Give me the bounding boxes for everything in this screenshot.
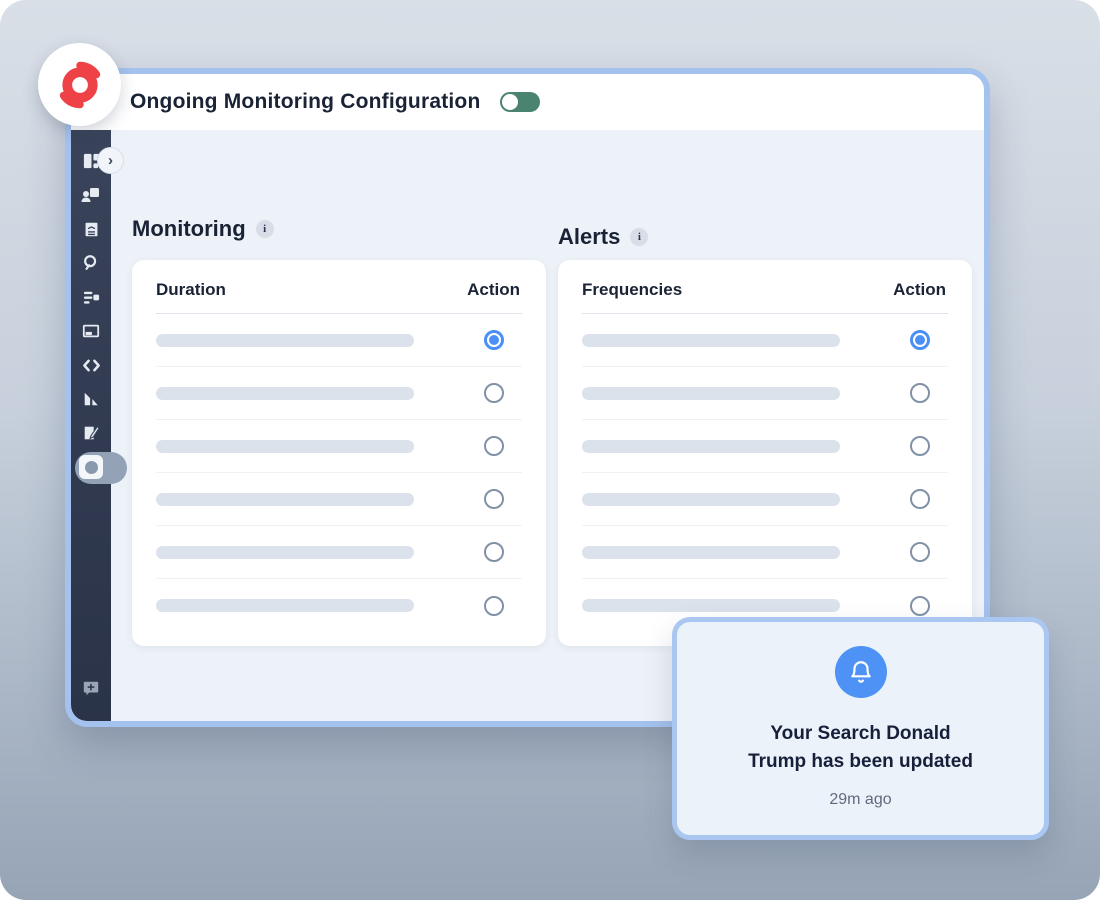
sidebar-item-documents[interactable] (71, 212, 111, 246)
radio-button[interactable] (910, 383, 930, 403)
sidebar-item-lists[interactable] (71, 280, 111, 314)
column-header-action: Action (893, 280, 946, 300)
monitoring-rows (156, 314, 522, 632)
radio-button[interactable] (910, 330, 930, 350)
table-row (156, 526, 522, 579)
skeleton-bar (582, 599, 840, 612)
sidebar-item-people[interactable] (71, 178, 111, 212)
table-row (156, 420, 522, 473)
notification-toast[interactable]: Your Search Donald Trump has been update… (672, 617, 1049, 840)
skeleton-bar (156, 334, 414, 347)
people-video-icon (81, 185, 101, 205)
monitoring-card: Duration Action (132, 260, 546, 646)
column-header-action: Action (467, 280, 520, 300)
table-row (156, 314, 522, 367)
sidebar-expand-button[interactable]: › (97, 147, 124, 174)
sidebar-item-media-active[interactable] (71, 450, 111, 484)
media-circle-icon (79, 455, 103, 479)
browser-card-icon (82, 322, 100, 340)
column-header-duration: Duration (156, 280, 226, 300)
skeleton-bar (582, 546, 840, 559)
radio-button[interactable] (484, 436, 504, 456)
toggle-knob (502, 94, 518, 110)
monitoring-heading: Monitoring (132, 216, 246, 242)
radio-button[interactable] (484, 489, 504, 509)
brand-logo (38, 43, 121, 126)
radio-button[interactable] (484, 330, 504, 350)
radio-button[interactable] (484, 383, 504, 403)
search-icon (82, 254, 100, 272)
sidebar-item-search[interactable] (71, 246, 111, 280)
chart-shapes-icon (82, 390, 100, 408)
sidebar-item-code[interactable] (71, 348, 111, 382)
table-row (582, 314, 948, 367)
radio-button[interactable] (910, 596, 930, 616)
chevron-right-icon: › (108, 152, 113, 169)
skeleton-bar (156, 599, 414, 612)
screenshot-canvas: Ongoing Monitoring Configuration (0, 0, 1100, 900)
table-row (156, 473, 522, 526)
alerts-rows (582, 314, 948, 632)
radio-button[interactable] (910, 436, 930, 456)
monitoring-section: Monitoring i Duration Action (132, 214, 546, 721)
skeleton-bar (582, 387, 840, 400)
column-header-frequencies: Frequencies (582, 280, 682, 300)
code-icon (82, 356, 101, 375)
sidebar-item-analytics[interactable] (71, 382, 111, 416)
skeleton-bar (156, 493, 414, 506)
radio-button[interactable] (484, 542, 504, 562)
logo-swirl-icon (50, 55, 110, 115)
radio-button[interactable] (910, 489, 930, 509)
window-header: Ongoing Monitoring Configuration (71, 74, 984, 130)
page-title: Ongoing Monitoring Configuration (130, 90, 480, 114)
table-row (582, 367, 948, 420)
table-row (582, 420, 948, 473)
toast-message: Your Search Donald Trump has been update… (748, 720, 973, 776)
table-row (156, 367, 522, 420)
alerts-card: Frequencies Action (558, 260, 972, 646)
table-row (156, 579, 522, 632)
monitoring-toggle[interactable] (500, 92, 540, 112)
skeleton-bar (156, 387, 414, 400)
info-icon[interactable]: i (630, 228, 648, 246)
sidebar (71, 130, 111, 721)
edit-flag-icon (82, 424, 100, 442)
sidebar-item-compose[interactable] (71, 416, 111, 450)
alerts-heading: Alerts (558, 224, 620, 250)
bell-icon (835, 646, 887, 698)
skeleton-bar (156, 440, 414, 453)
skeleton-bar (582, 440, 840, 453)
skeleton-bar (582, 334, 840, 347)
toast-timestamp: 29m ago (829, 791, 891, 809)
list-icon (82, 288, 101, 307)
feedback-plus-icon (82, 679, 100, 697)
radio-button[interactable] (484, 596, 504, 616)
table-row (582, 473, 948, 526)
skeleton-bar (582, 493, 840, 506)
sidebar-item-cards[interactable] (71, 314, 111, 348)
sidebar-item-feedback[interactable] (71, 671, 111, 705)
skeleton-bar (156, 546, 414, 559)
document-icon (83, 221, 100, 238)
table-row (582, 526, 948, 579)
info-icon[interactable]: i (256, 220, 274, 238)
radio-button[interactable] (910, 542, 930, 562)
